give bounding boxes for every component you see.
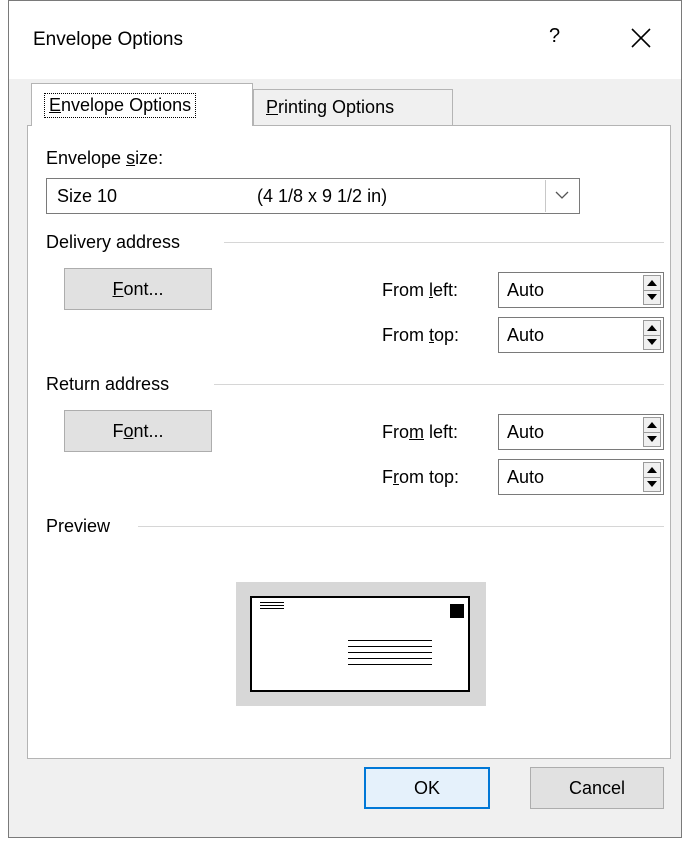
spin-down-icon[interactable] — [644, 335, 660, 349]
delivery-address-line — [348, 646, 432, 647]
return-from-top-label: From top: — [382, 467, 460, 487]
return-address-divider — [214, 384, 664, 385]
delivery-from-top-arrows[interactable] — [643, 320, 661, 350]
envelope-size-dropdown-button[interactable] — [545, 180, 578, 212]
spin-down-icon[interactable] — [644, 477, 660, 491]
delivery-from-top-value: Auto — [507, 325, 545, 345]
return-from-left-arrows[interactable] — [643, 417, 661, 447]
ok-button[interactable]: OK — [364, 767, 490, 809]
return-from-top-arrows[interactable] — [643, 462, 661, 492]
envelope-preview-image — [250, 596, 470, 692]
delivery-from-top-spinner[interactable]: Auto — [498, 317, 664, 353]
dialog-title: Envelope Options — [33, 29, 183, 50]
envelope-size-name: Size 10 — [57, 186, 118, 206]
tab-printing-options[interactable]: Printing Options — [253, 89, 453, 125]
return-address-line — [260, 602, 284, 603]
stamp-icon — [450, 604, 464, 618]
delivery-address-line — [348, 652, 432, 653]
spin-down-icon[interactable] — [644, 290, 660, 304]
envelope-size-select[interactable]: Size 10 (4 1/8 x 9 1/2 in) — [46, 178, 580, 214]
spin-up-icon[interactable] — [644, 276, 660, 291]
preview-divider — [138, 526, 664, 527]
cancel-button[interactable]: Cancel — [530, 767, 664, 809]
envelope-preview — [236, 582, 486, 706]
spin-up-icon[interactable] — [644, 463, 660, 478]
envelope-options-dialog: Envelope Options ? Envelope Options Prin… — [8, 0, 682, 838]
delivery-address-line — [348, 658, 432, 659]
return-from-left-value: Auto — [507, 422, 545, 442]
spin-up-icon[interactable] — [644, 321, 660, 336]
delivery-address-divider — [224, 242, 664, 243]
chevron-down-icon — [555, 191, 569, 199]
close-icon[interactable] — [628, 25, 654, 51]
tab-envelope-options-label: Envelope Options — [44, 92, 197, 118]
return-from-left-spinner[interactable]: Auto — [498, 414, 664, 450]
delivery-address-line — [348, 664, 432, 665]
return-address-heading: Return address — [46, 374, 170, 394]
delivery-address-heading: Delivery address — [46, 232, 181, 252]
delivery-address-line — [348, 640, 432, 641]
return-from-left-label: From left: — [382, 422, 459, 442]
envelope-options-panel: Envelope size: Size 10 (4 1/8 x 9 1/2 in… — [27, 125, 671, 759]
delivery-from-left-arrows[interactable] — [643, 275, 661, 305]
envelope-size-dimensions: (4 1/8 x 9 1/2 in) — [257, 186, 388, 206]
envelope-size-label: Envelope size: — [46, 148, 164, 168]
delivery-from-left-spinner[interactable]: Auto — [498, 272, 664, 308]
delivery-font-button[interactable]: Font... — [64, 268, 212, 310]
delivery-from-left-label: From left: — [382, 280, 459, 300]
return-from-top-spinner[interactable]: Auto — [498, 459, 664, 495]
return-address-line — [260, 605, 284, 606]
tab-envelope-options[interactable]: Envelope Options — [31, 83, 253, 126]
spin-down-icon[interactable] — [644, 432, 660, 446]
title-bar: Envelope Options ? — [9, 1, 681, 79]
delivery-from-left-value: Auto — [507, 280, 545, 300]
spin-up-icon[interactable] — [644, 418, 660, 433]
return-address-line — [260, 608, 284, 609]
delivery-from-top-label: From top: — [382, 325, 460, 345]
tab-printing-options-label: Printing Options — [266, 97, 395, 117]
return-font-button[interactable]: Font... — [64, 410, 212, 452]
help-icon[interactable]: ? — [549, 25, 560, 48]
return-from-top-value: Auto — [507, 467, 545, 487]
preview-heading: Preview — [46, 516, 111, 536]
